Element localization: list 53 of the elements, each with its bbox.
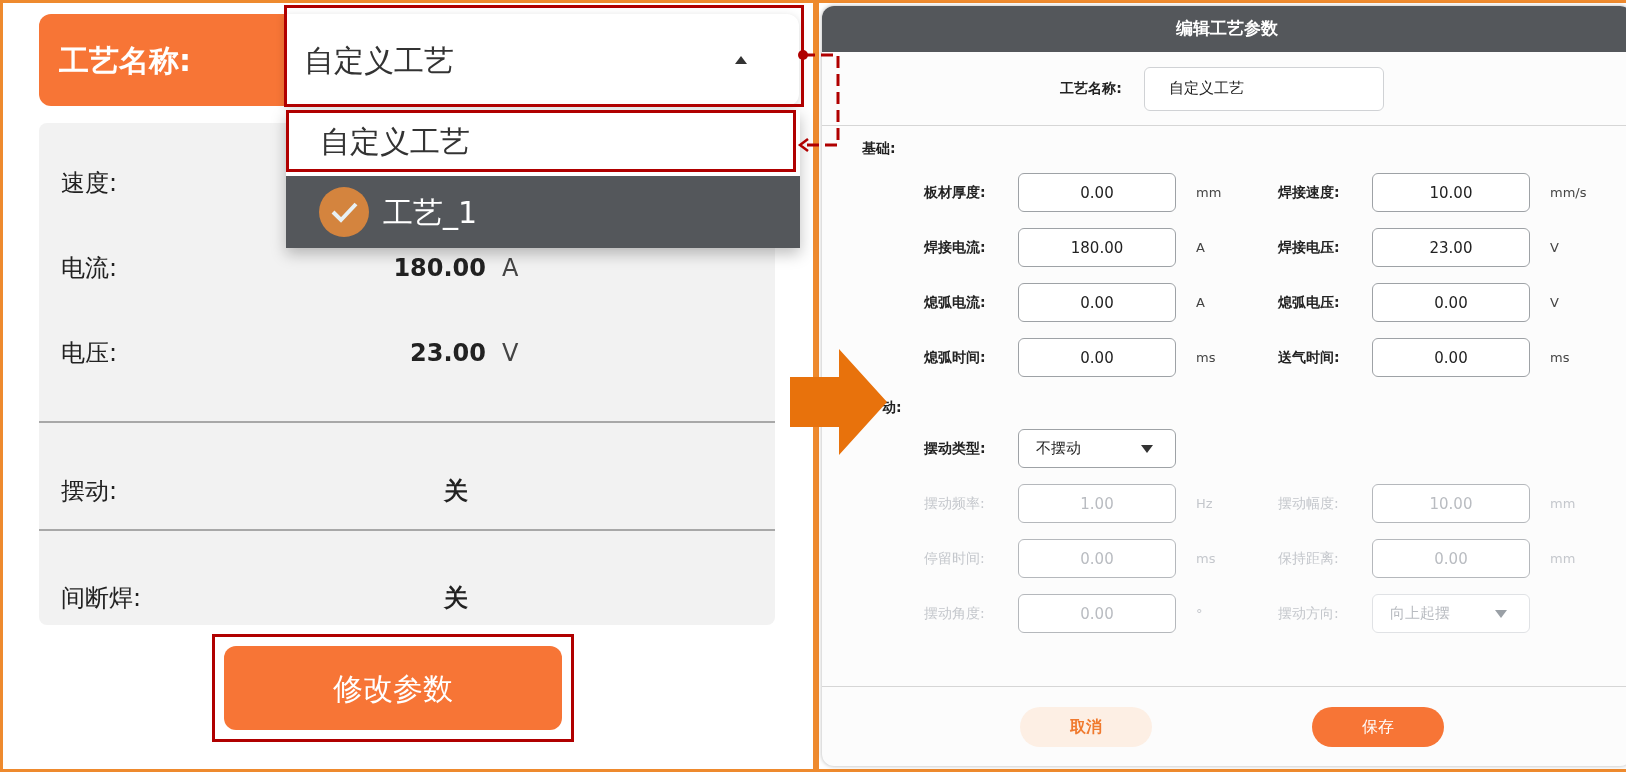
switch-value: 关 [444,583,468,614]
name-input-field[interactable]: 自定义工艺 [1143,66,1384,111]
check-icon [319,187,369,237]
field-label: 焊接电流: [924,238,987,257]
field-label: 熄弧电压: [1278,293,1341,312]
field-label: 熄弧电流: [924,293,987,312]
param-label: 电压: [61,337,119,369]
unit-label: A [1196,293,1205,312]
field-label: 熄弧时间: [924,348,987,367]
caret-icon [1495,609,1507,618]
field-label: 焊接速度: [1278,183,1341,202]
input-field[interactable]: 23.00 [1372,228,1530,267]
dialog-title: 编辑工艺参数 [822,6,1626,52]
caret-icon [735,56,747,64]
unit-label: A [1196,238,1205,257]
unit-label: ms [1196,348,1216,367]
unit-label: V [502,337,519,369]
switch-label: 间断焊: [61,583,143,614]
param-value: 23.00 [409,337,486,369]
input-field[interactable]: 0.00 [1372,338,1530,377]
input-field[interactable]: 10.00 [1372,173,1530,212]
switch-value: 关 [444,476,468,507]
select-field[interactable]: 不摆动 [1018,429,1176,468]
field-label: 焊接电压: [1278,238,1341,257]
input-field[interactable]: 0.00 [1018,173,1176,212]
unit-label: ms [1550,348,1570,367]
unit-label: Hz [1196,494,1213,513]
unit-label: V [1550,293,1559,312]
param-label: 速度: [61,167,119,199]
switch-label: 摆动: [61,476,119,507]
param-value: 180.00 [392,252,486,284]
section-label: 基础: [862,139,897,158]
dropdown-option[interactable]: 工艺_1 [286,176,800,248]
unit-label: mm [1550,549,1576,568]
field-label: 板材厚度: [924,183,987,202]
process-select[interactable]: 自定义工艺 [284,14,799,106]
input-field[interactable]: 180.00 [1018,228,1176,267]
unit-label: V [1550,238,1559,257]
caret-icon [1141,444,1153,453]
input-field[interactable]: 0.00 [1018,283,1176,322]
unit-label: mm/s [1550,183,1587,202]
unit-label: A [502,252,519,284]
unit-label: ms [1196,549,1216,568]
param-label: 电流: [61,252,119,284]
field-label: 工艺名称: [1060,79,1122,98]
field-label: 摆动类型: [924,439,987,458]
input-field[interactable]: 0.00 [1018,338,1176,377]
unit-label: ° [1196,604,1203,623]
input-field[interactable]: 0.00 [1372,283,1530,322]
unit-label: mm [1550,494,1576,513]
name-label: 工艺名称: [39,14,284,106]
field-label: 送气时间: [1278,348,1341,367]
unit-label: mm [1196,183,1222,202]
